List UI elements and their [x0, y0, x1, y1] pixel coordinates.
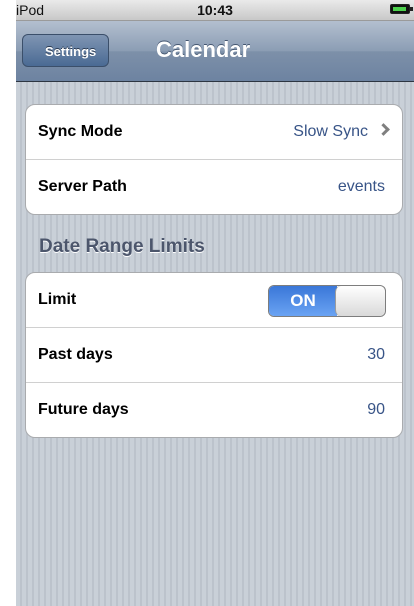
past-days-row[interactable]: Past days 30: [26, 327, 402, 382]
battery-charging-icon: [390, 4, 413, 14]
sync-mode-label: Sync Mode: [38, 123, 123, 140]
back-button-label: Settings: [45, 44, 97, 59]
future-days-value: 90: [367, 401, 385, 418]
past-days-label: Past days: [38, 346, 113, 363]
limit-row: Limit ON: [26, 273, 402, 327]
server-path-label: Server Path: [38, 178, 127, 195]
future-days-label: Future days: [38, 401, 129, 418]
device-screen: iPod 10:43 Settings Calendar Sync Mode S…: [16, 0, 414, 606]
date-range-section-header: Date Range Limits: [39, 236, 205, 257]
sync-settings-group: Sync Mode Slow Sync Server Path events: [25, 104, 403, 215]
status-time: 10:43: [197, 2, 233, 18]
past-days-value: 30: [367, 346, 385, 363]
server-path-value: events: [337, 178, 385, 195]
sync-mode-value: Slow Sync: [293, 123, 368, 140]
navigation-bar: Settings Calendar: [16, 21, 414, 82]
toggle-knob[interactable]: [335, 286, 385, 316]
toggle-on-label: ON: [269, 286, 337, 316]
date-range-group: Limit ON Past days 30 Future days 90: [25, 272, 403, 438]
limit-label: Limit: [38, 291, 77, 308]
battery-tip: [410, 7, 413, 11]
limit-toggle-switch[interactable]: ON: [268, 285, 386, 317]
page-title: Calendar: [156, 37, 251, 62]
server-path-row[interactable]: Server Path events: [26, 159, 402, 214]
back-arrow-icon: [22, 35, 40, 66]
settings-back-button[interactable]: Settings: [22, 34, 110, 67]
future-days-row[interactable]: Future days 90: [26, 382, 402, 437]
chevron-right-icon: [377, 123, 390, 136]
battery-fill: [393, 7, 406, 11]
sync-mode-row[interactable]: Sync Mode Slow Sync: [26, 105, 402, 159]
status-bar: iPod 10:43: [16, 0, 414, 21]
